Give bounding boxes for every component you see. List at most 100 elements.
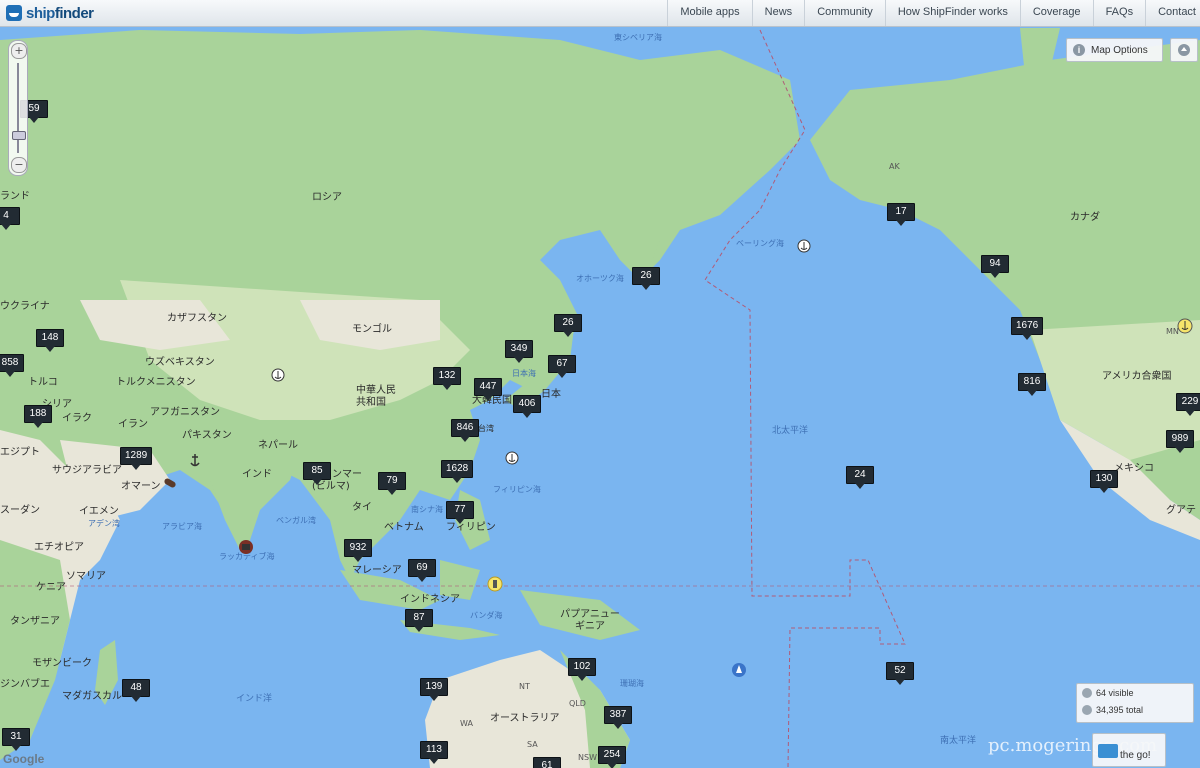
country-label: ネパール xyxy=(258,440,298,451)
ship-icon[interactable] xyxy=(487,576,503,594)
vessel-cluster[interactable]: 447 xyxy=(474,378,502,401)
nav-contact[interactable]: Contact xyxy=(1145,0,1200,26)
vessel-cluster[interactable]: 61 xyxy=(533,757,561,768)
sea-label: アラビア海 xyxy=(162,522,202,531)
vessel-cluster[interactable]: 989 xyxy=(1166,430,1194,453)
country-label: インド xyxy=(242,469,272,480)
visible-count-row: 64 visible xyxy=(1077,684,1193,701)
nav-news[interactable]: News xyxy=(751,0,805,26)
country-label: イラク xyxy=(62,413,92,424)
country-label: グアテ xyxy=(1166,505,1196,516)
anchor-icon[interactable] xyxy=(271,368,285,386)
nav-coverage[interactable]: Coverage xyxy=(1019,0,1093,26)
country-label: マレーシア xyxy=(352,565,402,576)
ship-icon[interactable] xyxy=(237,538,255,556)
ocean-label: インド洋 xyxy=(236,694,273,704)
country-label: ジンバブエ xyxy=(0,679,50,690)
sea-label: ベンガル湾 xyxy=(276,516,316,525)
total-count: 34,395 total xyxy=(1096,704,1144,715)
vessel-cluster[interactable]: 24 xyxy=(846,466,874,489)
eye-icon xyxy=(1082,687,1092,698)
vessel-cluster[interactable]: 846 xyxy=(451,419,479,442)
vessel-cluster[interactable]: 31 xyxy=(2,728,30,751)
zoom-slider-handle[interactable] xyxy=(12,131,26,140)
vessel-cluster[interactable]: 67 xyxy=(548,355,576,378)
total-count-row: 34,395 total xyxy=(1077,701,1193,718)
nav-how-it-works[interactable]: How ShipFinder works xyxy=(884,0,1020,26)
vessel-cluster[interactable]: 113 xyxy=(420,741,448,764)
state-label: WA xyxy=(460,719,473,728)
logo-text: shipfinder xyxy=(26,4,94,22)
map-canvas[interactable]: 東シベリア海 ロシア カナダ カザフスタン モンゴル ウズベキスタン トルクメニ… xyxy=(0,27,1200,768)
vessel-cluster[interactable]: 69 xyxy=(408,559,436,582)
vessel-cluster[interactable]: 132 xyxy=(433,367,461,390)
map-options-button[interactable]: i Map Options xyxy=(1066,38,1163,62)
vessel-cluster[interactable]: 349 xyxy=(505,340,533,363)
sea-label: 南シナ海 xyxy=(411,505,443,514)
vessel-cluster[interactable]: 1628 xyxy=(441,460,474,483)
shipfinder-logo[interactable]: shipfinder xyxy=(6,3,94,23)
collapse-button[interactable] xyxy=(1170,38,1198,62)
country-label: トルコ xyxy=(28,377,58,388)
nav-mobile-apps[interactable]: Mobile apps xyxy=(667,0,751,26)
sea-label: アデン湾 xyxy=(88,519,120,528)
zoom-in-button[interactable]: + xyxy=(11,43,27,59)
nav-community[interactable]: Community xyxy=(804,0,885,26)
vessel-stats-panel: 64 visible 34,395 total xyxy=(1076,683,1194,723)
vessel-cluster[interactable]: 148 xyxy=(36,329,64,352)
vessel-cluster[interactable]: 229 xyxy=(1176,393,1200,416)
vessel-cluster[interactable]: 87 xyxy=(405,609,433,632)
vessel-cluster[interactable]: 17 xyxy=(887,203,915,226)
country-label: ランド xyxy=(0,191,30,202)
country-label: カナダ xyxy=(1070,212,1100,223)
vessel-cluster[interactable]: 1289 xyxy=(120,447,153,470)
vessel-cluster[interactable]: 79 xyxy=(378,472,406,495)
ship-icon[interactable] xyxy=(1176,317,1194,335)
anchor-icon[interactable] xyxy=(505,451,519,469)
country-label: エチオピア xyxy=(34,542,84,553)
country-label: アメリカ合衆国 xyxy=(1102,371,1172,382)
ship-icon[interactable] xyxy=(161,476,179,490)
zoom-out-button[interactable]: − xyxy=(11,157,27,173)
vessel-cluster[interactable]: 139 xyxy=(420,678,448,701)
nav-faqs[interactable]: FAQs xyxy=(1092,0,1146,26)
anchor-icon[interactable] xyxy=(188,452,202,470)
country-label: スーダン xyxy=(0,505,40,516)
country-label: フィリピン xyxy=(446,522,496,533)
vessel-cluster[interactable]: 188 xyxy=(24,405,52,428)
mobile-app-promo[interactable]: the go! xyxy=(1092,733,1166,767)
promo-text: the go! xyxy=(1120,750,1151,761)
vessel-cluster[interactable]: 816 xyxy=(1018,373,1046,396)
vessel-cluster[interactable]: 94 xyxy=(981,255,1009,278)
vessel-cluster[interactable]: 77 xyxy=(446,501,474,524)
ship-icon[interactable] xyxy=(730,661,748,679)
vessel-cluster[interactable]: 26 xyxy=(554,314,582,337)
ship-app-icon xyxy=(1098,744,1118,758)
vessel-cluster[interactable]: 254 xyxy=(598,746,626,768)
sea-label: 日本海 xyxy=(512,369,536,378)
vessel-cluster[interactable]: 85 xyxy=(303,462,331,485)
vessel-cluster[interactable]: 48 xyxy=(122,679,150,702)
state-label: QLD xyxy=(569,699,586,708)
country-label: イラン xyxy=(118,419,148,430)
anchor-icon[interactable] xyxy=(797,239,811,257)
vessel-cluster[interactable]: 52 xyxy=(886,662,914,685)
country-label: カザフスタン xyxy=(167,313,227,324)
vessel-cluster[interactable]: 932 xyxy=(344,539,372,562)
vessel-cluster[interactable]: 26 xyxy=(632,267,660,290)
vessel-cluster[interactable]: 102 xyxy=(568,658,596,681)
vessel-cluster[interactable]: 387 xyxy=(604,706,632,729)
globe-icon xyxy=(1082,704,1092,715)
ocean-label: 南太平洋 xyxy=(940,736,977,746)
vessel-cluster[interactable]: 406 xyxy=(513,395,541,418)
ocean-label: 北太平洋 xyxy=(772,426,809,436)
country-label: モザンビーク xyxy=(32,658,92,669)
vessel-cluster[interactable]: 1676 xyxy=(1011,317,1044,340)
top-bar: shipfinder Mobile apps News Community Ho… xyxy=(0,0,1200,27)
country-label: タンザニア xyxy=(10,616,60,627)
vessel-cluster[interactable]: 130 xyxy=(1090,470,1118,493)
ship-logo-icon xyxy=(6,5,22,21)
vessel-cluster[interactable]: 4 xyxy=(0,207,20,230)
country-label: ウクライナ xyxy=(0,301,50,312)
vessel-cluster[interactable]: 858 xyxy=(0,354,24,377)
